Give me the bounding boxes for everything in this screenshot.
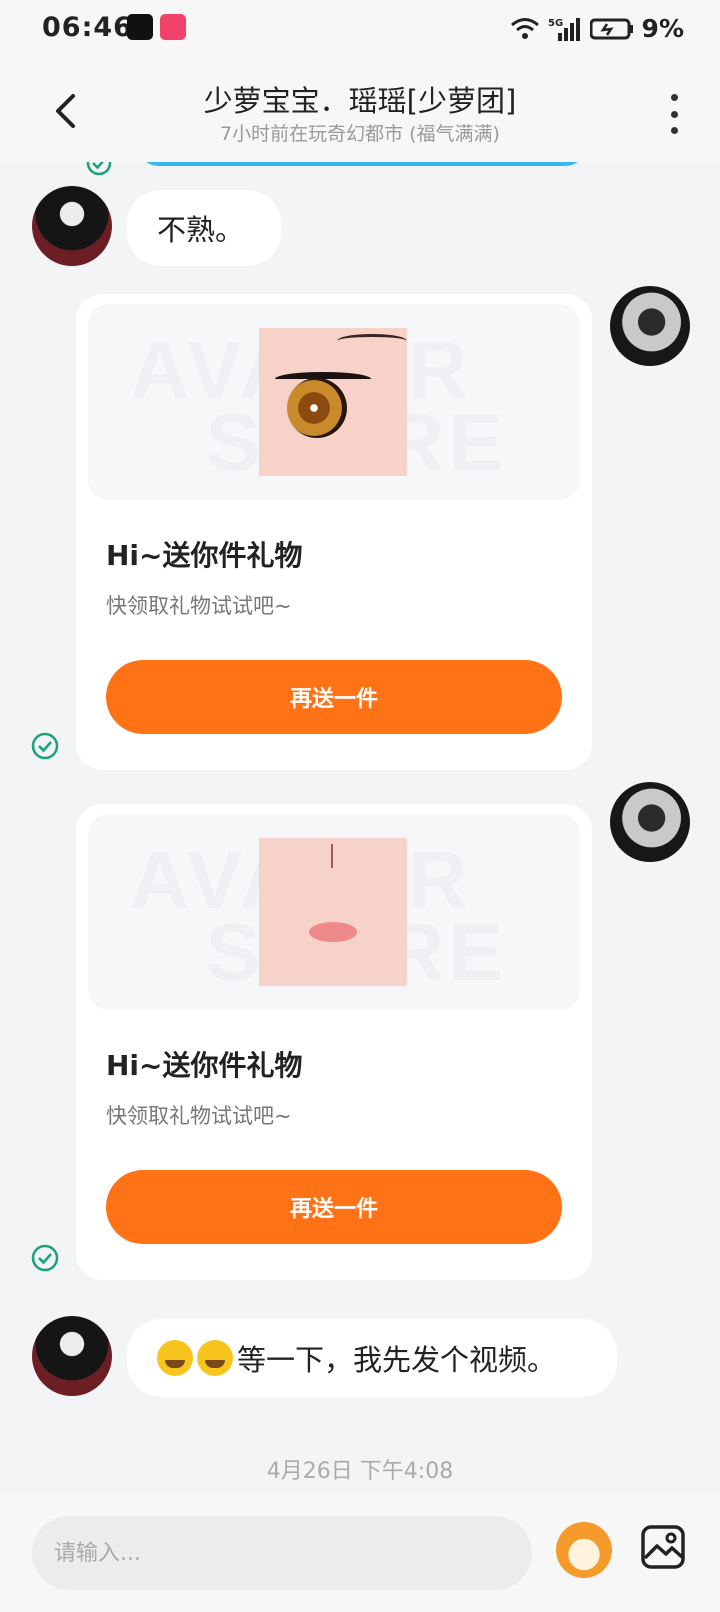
message-text: 不熟。: [157, 213, 245, 247]
my-avatar[interactable]: [610, 782, 690, 862]
image-gallery-icon[interactable]: [640, 1524, 686, 1570]
chat-messages[interactable]: 不熟。 AVATAR STORE Hi~送你件礼物 快领取礼物试试吧~ 再送一件…: [0, 162, 720, 1492]
gift-card[interactable]: AVATAR STORE Hi~送你件礼物 快领取礼物试试吧~ 再送一件: [76, 294, 592, 770]
more-dot-icon: [670, 94, 678, 101]
gift-mouth-image: [259, 838, 407, 986]
contact-avatar[interactable]: [32, 186, 112, 266]
gift-eye-image: [259, 328, 407, 476]
wifi-icon: [510, 17, 539, 39]
mascot-sticker-icon[interactable]: [556, 1522, 612, 1578]
message-input[interactable]: [32, 1516, 532, 1590]
signal-icon: 5G: [548, 17, 580, 41]
status-time: 06:46: [42, 12, 133, 43]
received-message[interactable]: 等一下，我先发个视频。: [127, 1319, 617, 1397]
delivered-check-icon: [86, 162, 112, 176]
battery-percent: 9%: [641, 14, 684, 43]
gift-preview: AVATAR STORE: [88, 814, 580, 1010]
network-label: 5G: [548, 18, 563, 29]
send-another-gift-button[interactable]: 再送一件: [106, 1170, 562, 1244]
chat-header: 少萝宝宝．瑶瑶[少萝团] 7小时前在玩奇幻都市 (福气满满): [0, 58, 720, 162]
gift-title: Hi~送你件礼物: [106, 1049, 303, 1082]
delivered-check-icon: [31, 1244, 59, 1272]
gift-title: Hi~送你件礼物: [106, 539, 303, 572]
battery-icon: [589, 18, 633, 39]
contact-avatar[interactable]: [32, 1316, 112, 1396]
more-dot-icon: [670, 110, 678, 118]
gift-preview: AVATAR STORE: [88, 304, 580, 500]
message-timestamp: 4月26日 下午4:08: [266, 1459, 454, 1484]
send-another-gift-button[interactable]: 再送一件: [106, 660, 562, 734]
previous-sent-bubble[interactable]: [137, 162, 587, 166]
gift-description: 快领取礼物试试吧~: [106, 594, 292, 618]
video-app-icon: [160, 14, 186, 40]
gift-card[interactable]: AVATAR STORE Hi~送你件礼物 快领取礼物试试吧~ 再送一件: [76, 804, 592, 1280]
received-message[interactable]: 不熟。: [127, 190, 281, 266]
tiktok-app-icon: [127, 14, 153, 40]
contact-status: 7小时前在玩奇幻都市 (福气满满): [220, 123, 500, 145]
delivered-check-icon: [31, 732, 59, 760]
message-text: 等一下，我先发个视频。: [237, 1343, 557, 1377]
more-options-button[interactable]: [662, 94, 686, 134]
status-bar: 06:46 5G 9%: [0, 0, 720, 58]
input-bar: [0, 1492, 720, 1612]
my-avatar[interactable]: [610, 286, 690, 366]
hugging-face-emoji-icon: [157, 1340, 193, 1376]
contact-name[interactable]: 少萝宝宝．瑶瑶[少萝团]: [0, 78, 720, 120]
more-dot-icon: [670, 127, 678, 134]
gift-description: 快领取礼物试试吧~: [106, 1104, 292, 1128]
hugging-face-emoji-icon: [197, 1340, 233, 1376]
